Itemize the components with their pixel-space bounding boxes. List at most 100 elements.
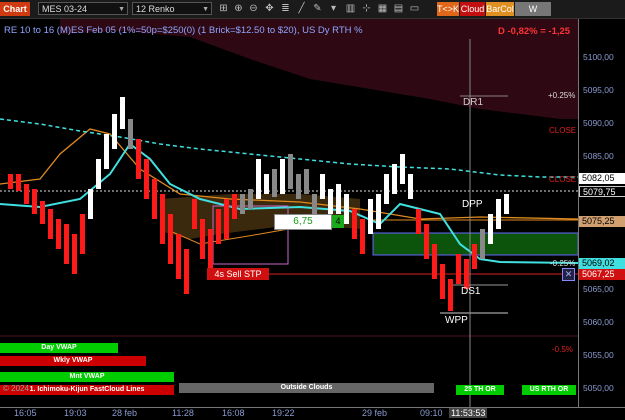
plus-quarter-pct: +0.25% [548, 91, 576, 100]
sell-stop-order[interactable]: 4s Sell STP [207, 268, 269, 280]
renko-brick [152, 179, 157, 219]
zoom-out-icon[interactable]: ⊖ [247, 3, 260, 15]
renko-brick [88, 189, 93, 219]
ds1-label: DS1 [461, 286, 481, 297]
renko-brick [240, 194, 245, 214]
outside-clouds-legend: Outside Clouds [179, 383, 434, 393]
status-left: 25 TH OR [456, 385, 504, 395]
renko-brick [96, 159, 101, 189]
chart-tab[interactable]: Chart [0, 2, 30, 16]
time-label: 28 feb [112, 408, 138, 418]
renko-brick [328, 189, 333, 214]
draw-line-icon[interactable]: ╱ [295, 3, 308, 15]
wpp-label: WPP [445, 315, 468, 326]
cloud-button[interactable]: Cloud [460, 2, 485, 16]
renko-brick [336, 184, 341, 214]
daily-change: D -0,82% = -1,25 [498, 26, 571, 37]
time-label: 19:22 [272, 408, 295, 418]
time-axis[interactable]: 16:05 19:03 28 feb 11:28 16:08 19:22 29 … [0, 407, 625, 420]
strategies-icon[interactable]: ▦ [376, 3, 389, 15]
renko-brick [208, 229, 213, 269]
pin-icon[interactable]: ▾ [327, 3, 340, 15]
renko-brick [296, 174, 301, 199]
price-label: 5050,00 [583, 383, 614, 393]
renko-brick [192, 199, 197, 229]
properties-icon[interactable]: ≣ [279, 3, 292, 15]
renko-brick [160, 194, 165, 244]
draw-tools-icon[interactable]: ✎ [311, 3, 324, 15]
dpp-label: DPP [462, 199, 483, 210]
data-box-icon[interactable]: ▭ [408, 3, 421, 15]
tk-button[interactable]: T<>K [437, 2, 459, 16]
position-count-box[interactable]: 4 [332, 215, 344, 228]
toolbar: Chart MES 03-24 ▼ 12 Renko ▼ ⊞ ⊕ ⊖ ✥ ≣ ╱ ✎… [0, 0, 625, 28]
indicators-icon[interactable]: ⊹ [360, 3, 373, 15]
renko-brick [352, 209, 357, 239]
renko-brick [104, 134, 109, 169]
barcol-button[interactable]: BarCol [486, 2, 514, 16]
renko-brick [224, 199, 229, 239]
renko-brick [128, 119, 133, 149]
price-label: 5085,00 [583, 151, 614, 161]
move-icon[interactable]: ✥ [263, 3, 276, 15]
bar-type-select[interactable]: 12 Renko ▼ [132, 2, 212, 15]
renko-brick [344, 194, 349, 224]
renko-brick [280, 159, 285, 194]
renko-brick [304, 169, 309, 194]
renko-brick [56, 219, 61, 249]
renko-brick [72, 234, 77, 274]
price-badge-stop: 5067,25 [579, 269, 625, 280]
instrument-value: MES 03-24 [42, 4, 88, 14]
wvwap-button[interactable]: W VWAP [515, 2, 551, 28]
zoom-in-icon[interactable]: ⊕ [232, 3, 245, 15]
crosshair-icon[interactable]: ⊞ [217, 3, 230, 15]
renko-brick [24, 184, 29, 204]
minus-quarter-pct: -0.25% [550, 259, 576, 268]
day-vwap-legend: Day VWAP [0, 343, 118, 353]
renko-brick [32, 189, 37, 214]
time-label: 16:08 [222, 408, 245, 418]
renko-brick [40, 201, 45, 224]
time-label: 16:05 [14, 408, 37, 418]
price-label: 5065,00 [583, 284, 614, 294]
price-label: 5100,00 [583, 52, 614, 62]
renko-brick [496, 199, 501, 229]
price-label: 5095,00 [583, 85, 614, 95]
time-label: 11:28 [172, 408, 194, 418]
close-upper-label: CLOSE [549, 126, 577, 135]
renko-brick [168, 214, 173, 264]
renko-brick [8, 174, 13, 189]
wkly-vwap-legend: Wkly VWAP [0, 356, 146, 366]
renko-brick [424, 224, 429, 259]
price-badge-last: 5079,75 [579, 186, 625, 197]
renko-brick [232, 194, 237, 219]
renko-brick [184, 249, 189, 294]
mnt-vwap-legend: Mnt VWAP [0, 372, 174, 382]
renko-brick [136, 139, 141, 179]
renko-brick [360, 219, 365, 254]
renko-brick [408, 174, 413, 199]
copyright: © 2024 [3, 384, 29, 393]
chevron-down-icon: ▼ [118, 6, 125, 13]
templates-icon[interactable]: ▤ [392, 3, 405, 15]
chevron-down-icon: ▼ [202, 6, 209, 13]
price-label: 5090,00 [583, 118, 614, 128]
renko-brick [272, 169, 277, 197]
time-label: 19:03 [64, 408, 87, 418]
renko-brick [16, 174, 21, 191]
chart-canvas[interactable]: RE 10 to 16 (M)ES Feb 05 (1%=50p=$250(0)… [0, 19, 578, 407]
chart-type-icon[interactable]: ▥ [344, 3, 357, 15]
renko-brick [504, 194, 509, 214]
price-badge-cyan: 5069,02 [579, 258, 625, 269]
time-label: 09:10 [420, 408, 443, 418]
renko-brick [488, 214, 493, 244]
renko-brick [176, 234, 181, 279]
position-qty-box[interactable]: 6,75 [274, 214, 332, 230]
close-order-icon[interactable]: ✕ [562, 268, 575, 281]
renko-brick [448, 279, 453, 311]
renko-brick [320, 174, 325, 199]
renko-brick [264, 174, 269, 194]
renko-brick [440, 264, 445, 299]
price-axis[interactable]: 5100,00 5095,00 5090,00 5085,00 5065,00 … [578, 19, 625, 407]
instrument-select[interactable]: MES 03-24 ▼ [38, 2, 128, 15]
